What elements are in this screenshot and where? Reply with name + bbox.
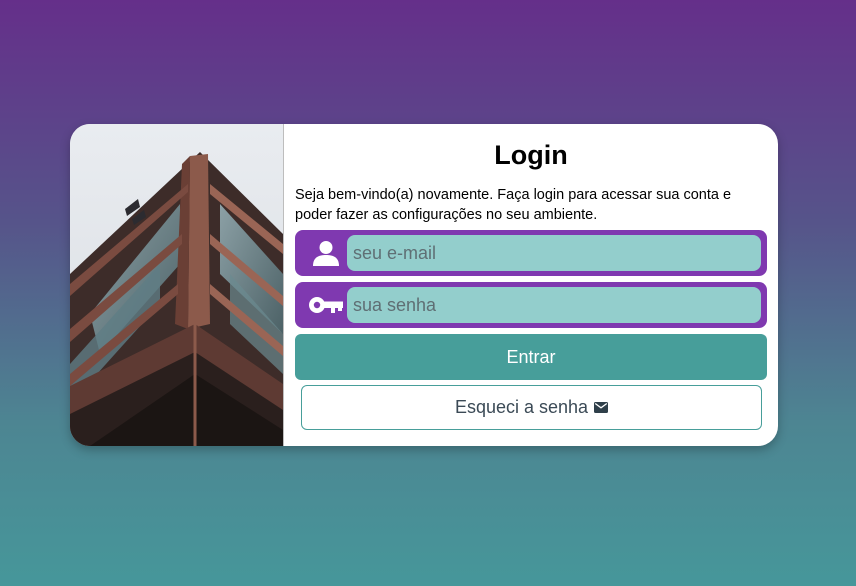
email-input[interactable]: [347, 235, 761, 271]
login-card: Login Seja bem-vindo(a) novamente. Faça …: [70, 124, 778, 446]
forgot-password-button[interactable]: Esqueci a senha: [301, 385, 762, 430]
key-icon: [307, 289, 345, 321]
envelope-icon: [594, 402, 609, 413]
email-field-frame: [295, 230, 767, 276]
password-field-frame: [295, 282, 767, 328]
login-form: Login Seja bem-vindo(a) novamente. Faça …: [284, 124, 778, 446]
password-input[interactable]: [347, 287, 761, 323]
page-title: Login: [494, 140, 568, 170]
building-photo: [70, 124, 284, 446]
welcome-text: Seja bem-vindo(a) novamente. Faça login …: [295, 187, 732, 223]
user-icon: [307, 237, 345, 269]
forgot-password-label: Esqueci a senha: [454, 397, 589, 417]
enter-button[interactable]: Entrar: [295, 334, 767, 380]
